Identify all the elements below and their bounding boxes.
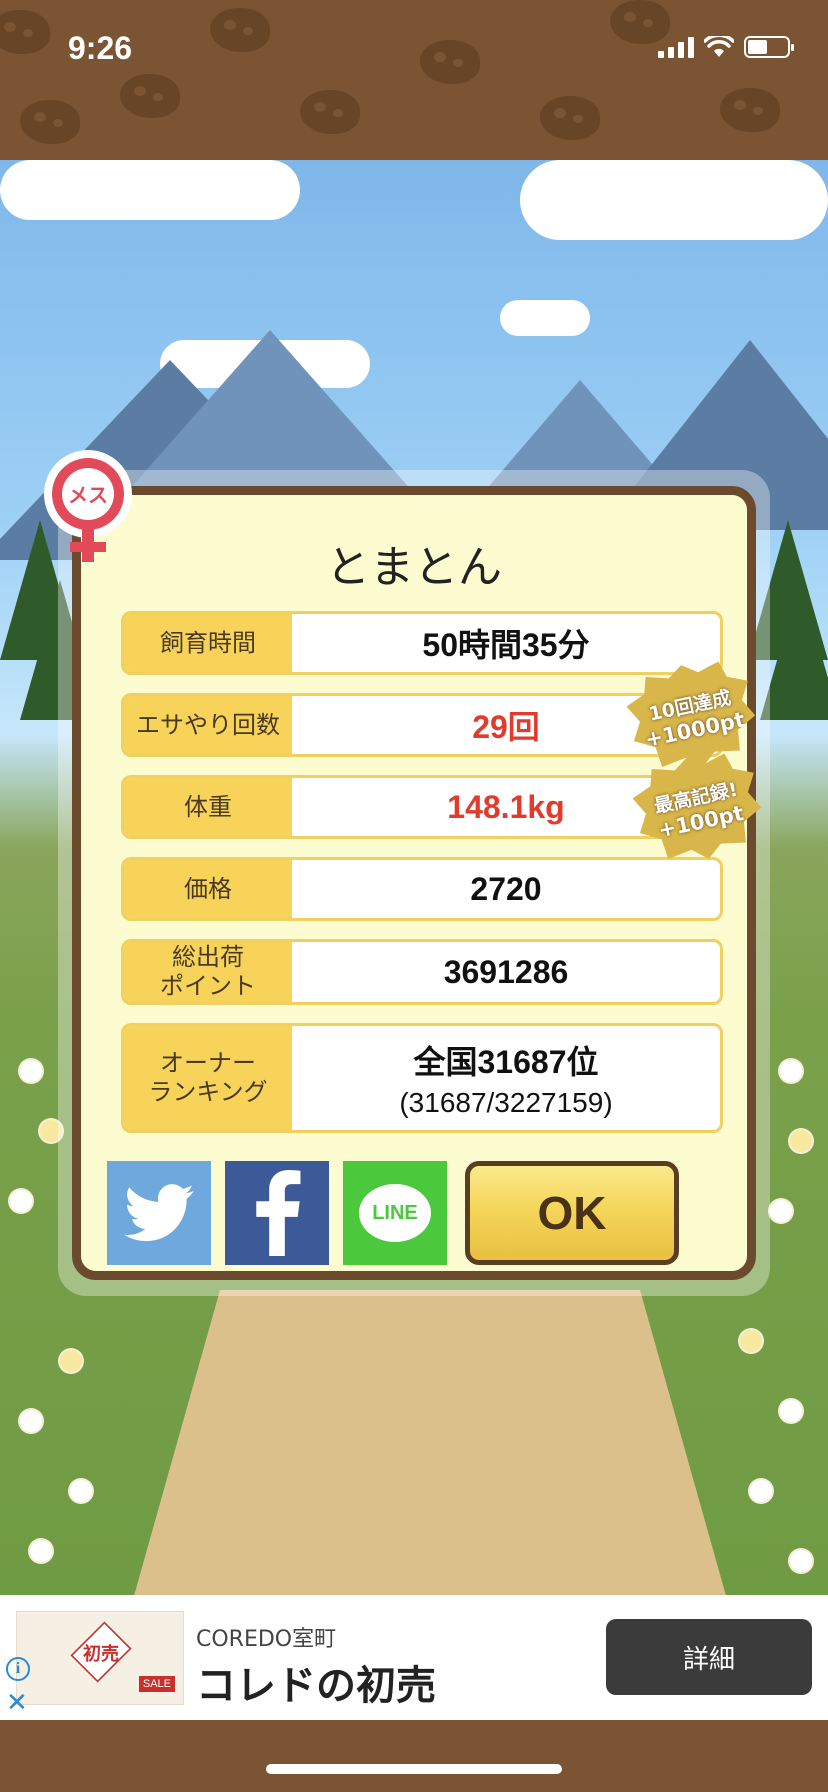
stat-row-owner-ranking: オーナー ランキング 全国31687位 (31687/3227159)	[121, 1023, 723, 1133]
bean-pattern	[0, 10, 50, 54]
facebook-share-button[interactable]	[225, 1161, 329, 1265]
twitter-icon	[124, 1184, 194, 1242]
ranking-value: 全国31687位 (31687/3227159)	[292, 1026, 720, 1130]
top-bar: 9:26	[0, 0, 828, 160]
svg-text:メス: メス	[68, 483, 108, 507]
dirt-path	[130, 1290, 730, 1595]
ranking-main: 全国31687位	[413, 1044, 599, 1080]
flower	[20, 1060, 42, 1082]
stat-value: 3691286	[443, 953, 569, 990]
stat-row-raising-time: 飼育時間 50時間35分	[121, 611, 723, 675]
ad-title: コレドの初売	[196, 1663, 436, 1709]
ok-button[interactable]: OK	[465, 1161, 679, 1265]
ad-banner[interactable]: 初売 SALE COREDO室町 コレドの初売 詳細 i ✕	[0, 1595, 828, 1720]
status-time: 9:26	[68, 30, 133, 66]
flower	[780, 1400, 802, 1422]
female-gender-icon: メス	[44, 450, 132, 562]
stat-label: 体重	[124, 778, 292, 836]
stat-label: オーナー ランキング	[124, 1026, 292, 1130]
home-indicator[interactable]	[266, 1764, 562, 1774]
stat-label: 飼育時間	[124, 614, 292, 672]
stat-row-weight: 体重 148.1kg	[121, 775, 723, 839]
stat-value: 50時間35分	[422, 627, 590, 663]
flower	[20, 1410, 42, 1432]
flower	[60, 1350, 82, 1372]
bottom-bar	[0, 1720, 828, 1792]
ad-sponsor: COREDO室町	[196, 1627, 337, 1652]
cloud	[500, 300, 590, 336]
bean-pattern	[720, 88, 780, 132]
stat-label: 総出荷 ポイント	[124, 942, 292, 1002]
stat-label: エサやり回数	[124, 696, 292, 754]
signal-icon	[658, 36, 694, 58]
stat-row-shipping-points: 総出荷 ポイント 3691286	[121, 939, 723, 1005]
cloud	[0, 160, 300, 220]
result-dialog: とまとん 飼育時間 50時間35分 エサやり回数 29回 体重 148.1kg …	[72, 486, 756, 1280]
line-icon: LINE	[359, 1184, 431, 1242]
ad-info-icon[interactable]: i	[6, 1657, 30, 1681]
bean-pattern	[420, 40, 480, 84]
line-share-button[interactable]: LINE	[343, 1161, 447, 1265]
flower	[30, 1540, 52, 1562]
ranking-detail: (31687/3227159)	[399, 1087, 613, 1118]
ad-image[interactable]: 初売 SALE	[16, 1611, 184, 1705]
flower	[750, 1480, 772, 1502]
flower	[770, 1200, 792, 1222]
cloud	[520, 160, 828, 240]
bean-pattern	[540, 96, 600, 140]
flower	[780, 1060, 802, 1082]
flower	[10, 1190, 32, 1212]
pet-name: とまとん	[326, 542, 502, 593]
facebook-icon	[256, 1170, 301, 1256]
ad-details-button[interactable]: 詳細	[606, 1619, 812, 1695]
stat-value: 2720	[470, 870, 542, 907]
wifi-icon	[703, 33, 735, 58]
flower	[70, 1480, 92, 1502]
flower	[790, 1550, 812, 1572]
bean-pattern	[210, 8, 270, 52]
ad-close-icon[interactable]: ✕	[6, 1687, 28, 1718]
bean-pattern	[120, 74, 180, 118]
bean-pattern	[20, 100, 80, 144]
tree	[760, 580, 828, 720]
twitter-share-button[interactable]	[107, 1161, 211, 1265]
stat-label: 価格	[124, 860, 292, 918]
flower	[790, 1130, 812, 1152]
stat-row-price: 価格 2720	[121, 857, 723, 921]
status-icons	[658, 33, 794, 58]
bean-pattern	[300, 90, 360, 134]
flower	[740, 1330, 762, 1352]
battery-icon	[744, 36, 794, 58]
